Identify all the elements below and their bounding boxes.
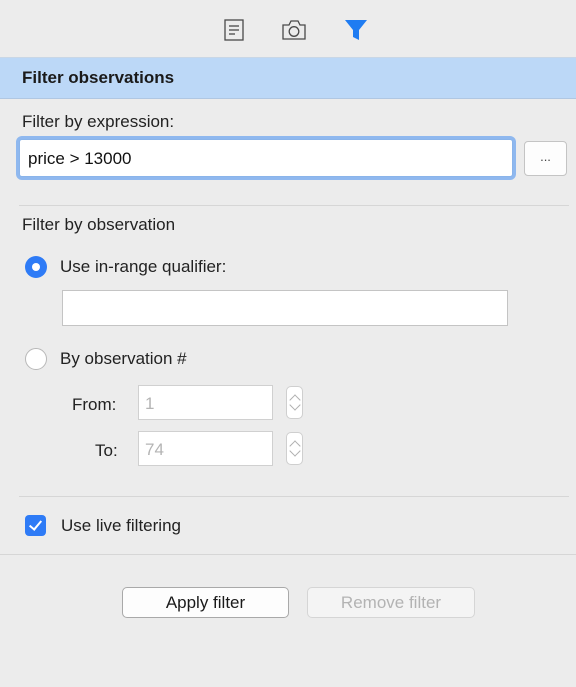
to-value: 74 — [145, 440, 164, 459]
in-range-radio[interactable] — [25, 256, 47, 278]
to-stepper[interactable] — [286, 432, 303, 465]
live-filtering-label: Use live filtering — [61, 516, 181, 535]
expression-builder-button[interactable]: ... — [524, 141, 567, 176]
in-range-label: Use in-range qualifier: — [60, 257, 227, 276]
expression-label: Filter by expression: — [22, 112, 175, 131]
from-value: 1 — [145, 394, 155, 413]
in-range-input[interactable] — [62, 290, 508, 326]
observation-section-label: Filter by observation — [22, 215, 176, 234]
by-observation-radio[interactable] — [25, 348, 47, 370]
section-title: Filter observations — [22, 68, 175, 87]
from-input[interactable]: 1 — [138, 385, 273, 420]
from-stepper[interactable] — [286, 386, 303, 419]
divider — [0, 554, 576, 555]
remove-filter-button[interactable]: Remove filter — [307, 587, 475, 618]
to-label: To: — [95, 441, 118, 460]
section-header: Filter observations — [0, 57, 576, 99]
to-input[interactable]: 74 — [138, 431, 273, 466]
panel-toolbar — [0, 0, 576, 56]
camera-icon[interactable] — [280, 17, 308, 43]
live-filtering-checkbox[interactable] — [25, 515, 46, 536]
expression-value: price > 13000 — [28, 149, 132, 168]
divider — [19, 205, 569, 206]
by-observation-label: By observation # — [60, 349, 187, 368]
filter-icon[interactable] — [342, 17, 370, 43]
document-icon[interactable] — [220, 17, 248, 43]
divider — [19, 496, 569, 497]
expression-input[interactable]: price > 13000 — [19, 139, 513, 177]
from-label: From: — [72, 395, 117, 414]
apply-filter-button[interactable]: Apply filter — [122, 587, 289, 618]
